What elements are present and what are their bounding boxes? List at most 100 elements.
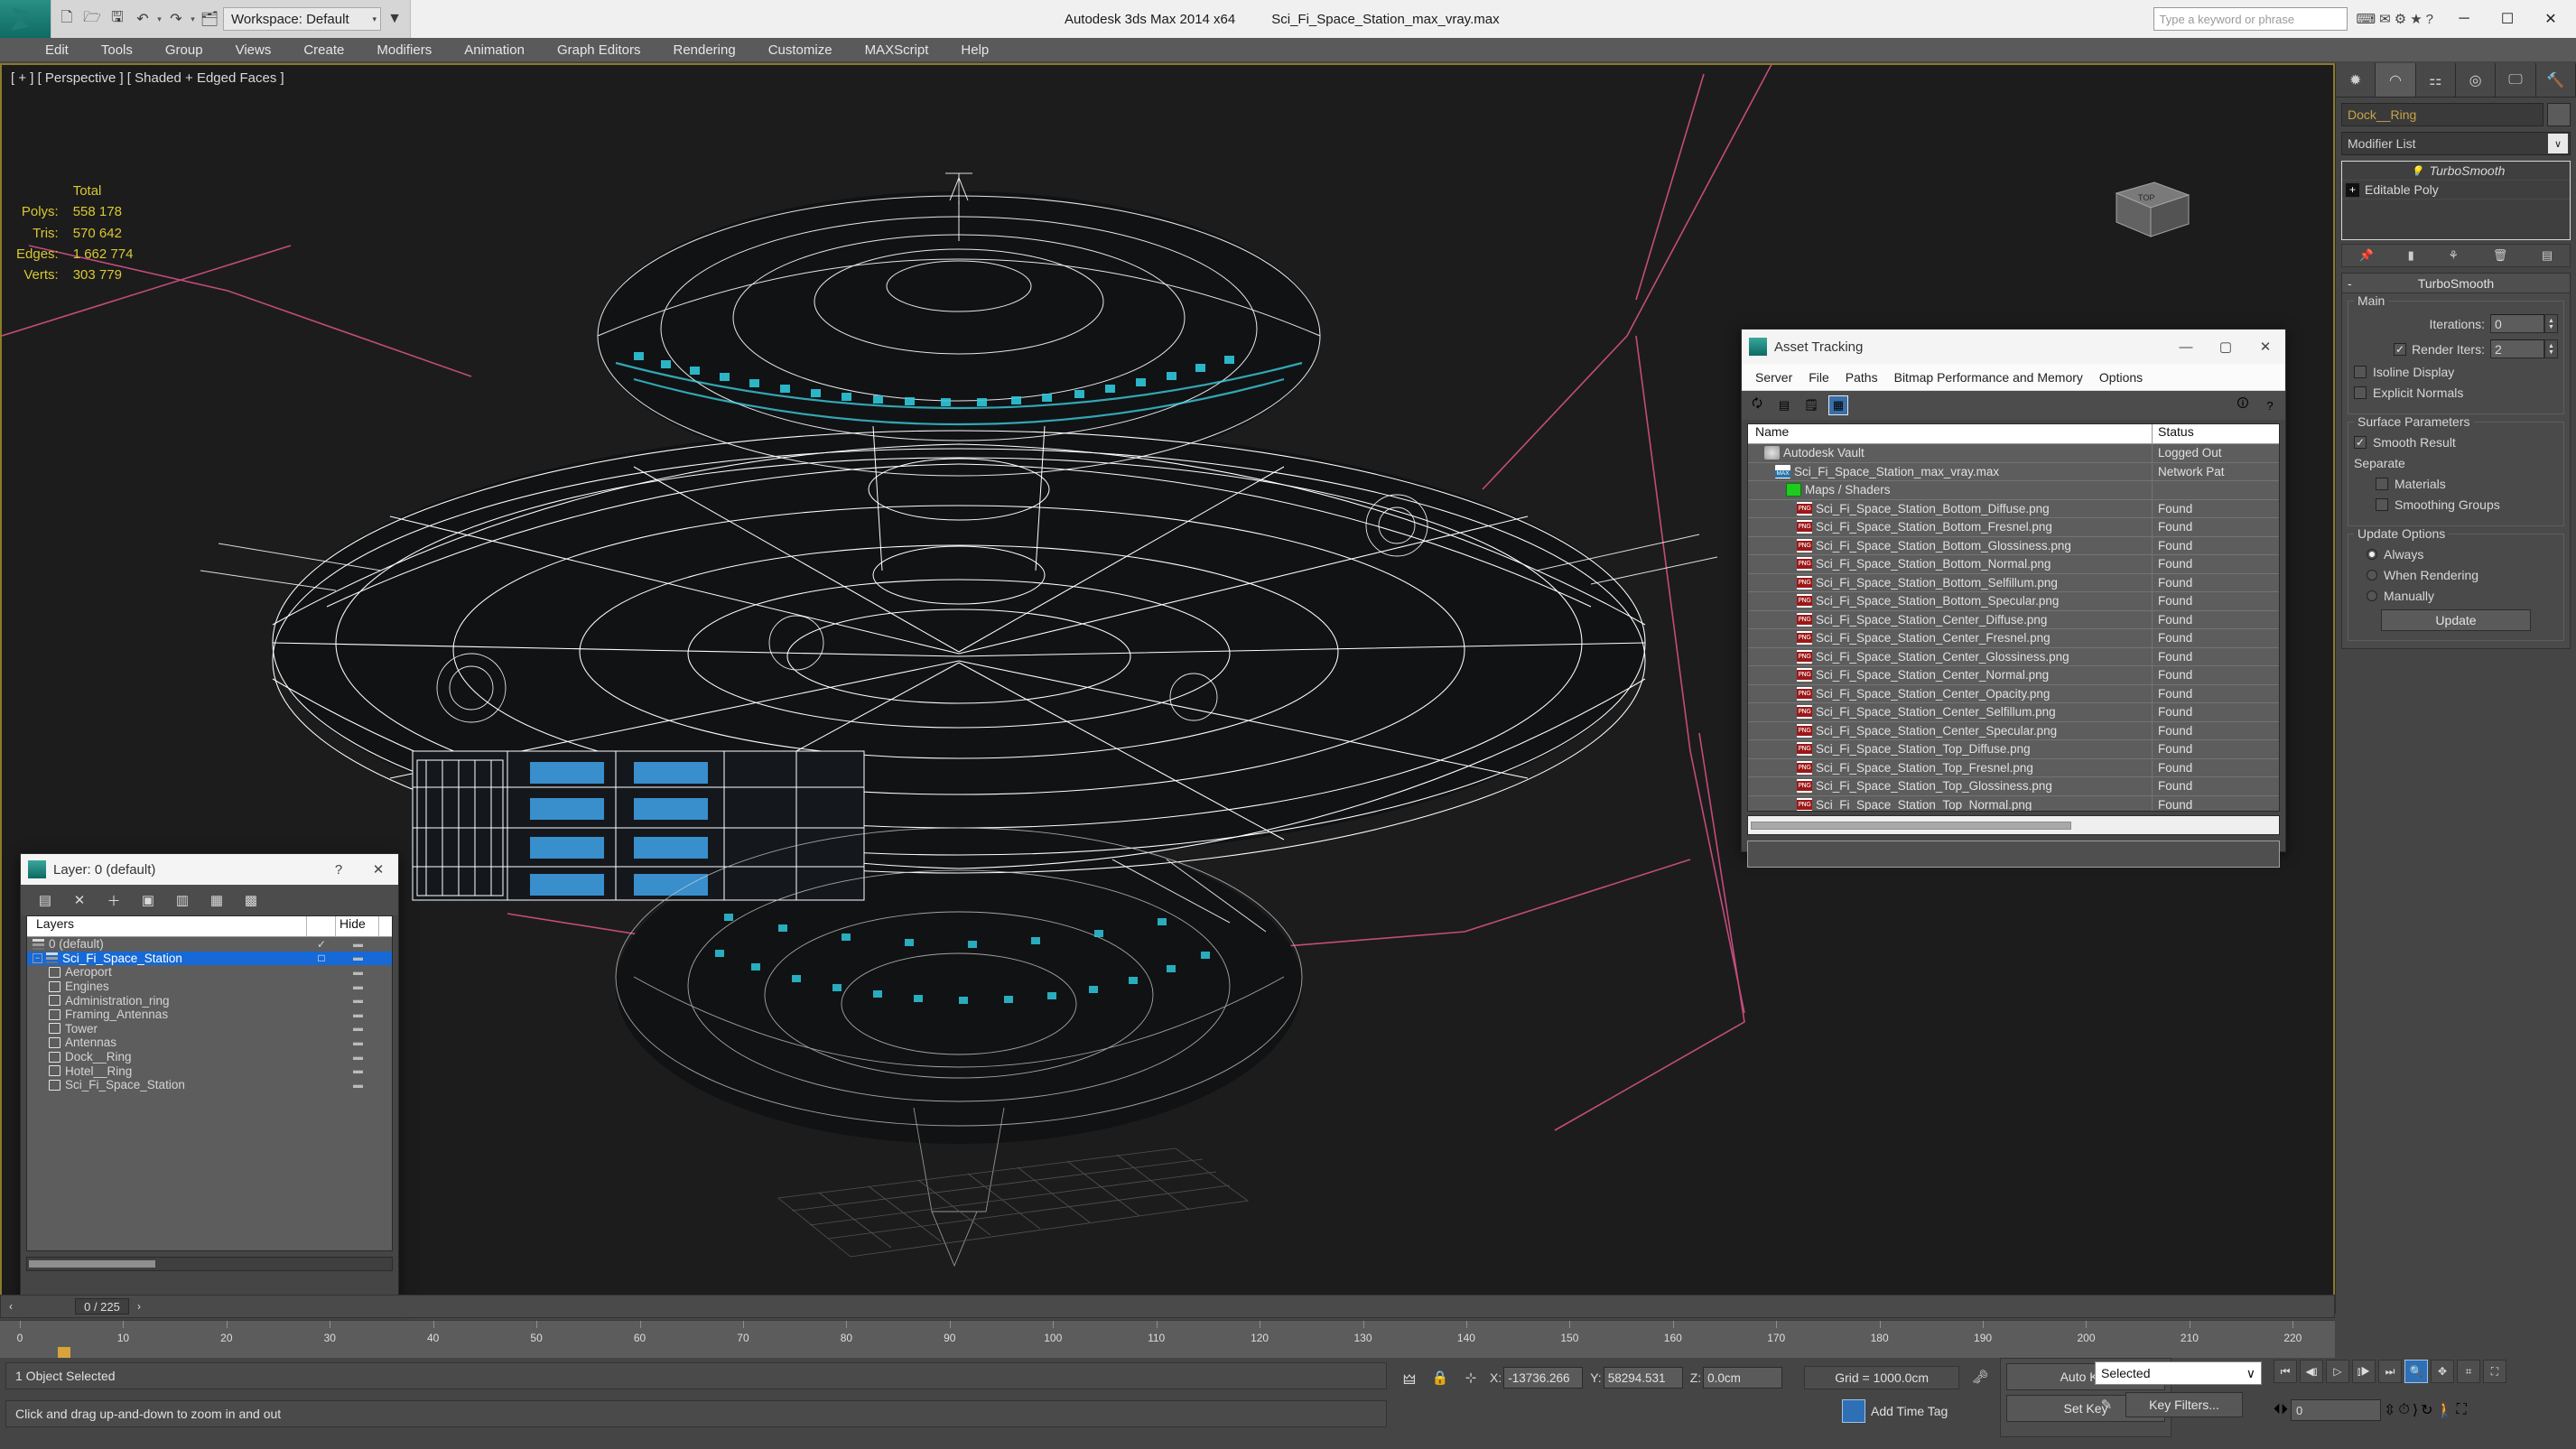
qat-overflow-icon[interactable]: ▼ <box>383 6 406 32</box>
asset-row[interactable]: Sci_Fi_Space_Station_Center_Fresnel.png F… <box>1748 629 2279 648</box>
modifier-stack[interactable]: 💡 TurboSmooth + Editable Poly <box>2341 161 2571 240</box>
collapse-icon[interactable]: - <box>2348 276 2352 291</box>
layer-row[interactable]: Hotel__Ring ▬ <box>27 1064 392 1078</box>
object-name-field[interactable]: Dock__Ring <box>2341 103 2543 126</box>
time-ruler[interactable]: 0 10 20 30 40 50 60 70 80 90 100 110 120 130 140 150 160… <box>0 1320 2335 1358</box>
update-button[interactable]: Update <box>2381 609 2531 631</box>
layer-hide-cell[interactable]: ▬ <box>336 995 379 1006</box>
pin-stack-icon[interactable]: 📌 <box>2359 248 2374 263</box>
layer-col-current[interactable] <box>307 916 336 936</box>
layer-properties-icon[interactable]: ▩ <box>241 890 261 910</box>
asset-menu-file[interactable]: File <box>1800 370 1837 385</box>
key-mode-toggle[interactable]: 🗝 <box>1968 1365 1992 1389</box>
zoom-extents-icon[interactable]: ⟩ <box>2413 1401 2418 1419</box>
layer-row[interactable]: 0 (default) ✓ ▬ <box>27 937 392 952</box>
key-mode-toggle-icon[interactable]: ⏴⏵ <box>2274 1402 2288 1418</box>
layer-grid[interactable]: Layers Hide 0 (default) ✓ ▬ − Sci_Fi_Space_S… <box>26 915 393 1251</box>
smooth-result-checkbox[interactable]: ✓ <box>2354 436 2367 449</box>
smoothing-groups-checkbox[interactable] <box>2376 498 2388 511</box>
go-to-start-icon[interactable]: ⏮ <box>2274 1360 2297 1383</box>
layer-hide-cell[interactable]: ▬ <box>336 1052 379 1063</box>
selection-set-dropdown[interactable]: Selected ∨ <box>2095 1361 2262 1385</box>
layer-col-layers[interactable]: Layers <box>27 916 307 936</box>
asset-row[interactable]: Sci_Fi_Space_Station_Center_Diffuse.png F… <box>1748 610 2279 629</box>
walkthrough-icon[interactable]: 🚶 <box>2436 1401 2454 1419</box>
render-iters-value[interactable]: 2 <box>2490 339 2544 358</box>
asset-maximize-button[interactable]: ▢ <box>2206 330 2246 364</box>
explicit-normals-checkbox[interactable] <box>2354 386 2367 399</box>
redo-icon[interactable]: ↷ <box>164 6 188 32</box>
asset-row[interactable]: Sci_Fi_Space_Station_Center_Selfillum.pn… <box>1748 703 2279 722</box>
tab-hierarchy[interactable]: ⚏ <box>2415 63 2456 97</box>
orbit-icon[interactable]: ↻ <box>2421 1401 2432 1419</box>
menu-item-create[interactable]: Create <box>303 42 344 58</box>
asset-row[interactable]: Sci_Fi_Space_Station_Bottom_Glossiness.p… <box>1748 536 2279 555</box>
add-layer-icon[interactable]: ＋ <box>104 890 124 910</box>
layer-help-button[interactable]: ? <box>319 852 358 887</box>
plus-icon[interactable]: + <box>2346 182 2359 197</box>
modifier-stack-item-turbosmooth[interactable]: 💡 TurboSmooth <box>2342 162 2570 181</box>
current-frame-field[interactable]: 0 <box>2291 1399 2382 1421</box>
keyboard-shortcut-icon[interactable]: ⌨ <box>2357 11 2376 27</box>
expand-collapse-icon[interactable]: − <box>33 952 42 963</box>
frame-spinner-icon[interactable]: ⇳ <box>2384 1401 2395 1419</box>
layer-row[interactable]: Dock__Ring ▬ <box>27 1050 392 1064</box>
next-frame-icon[interactable]: › <box>129 1300 149 1313</box>
menu-item-rendering[interactable]: Rendering <box>673 42 735 58</box>
layer-hide-cell[interactable]: ▬ <box>336 1080 379 1091</box>
configure-modifier-sets-icon[interactable]: ▤ <box>2542 248 2553 263</box>
time-tag-icon[interactable] <box>1842 1399 1865 1423</box>
update-option-manually[interactable]: Manually <box>2367 589 2558 603</box>
menu-item-views[interactable]: Views <box>236 42 272 58</box>
add-time-tag-group[interactable]: Add Time Tag <box>1842 1399 1948 1423</box>
asset-row[interactable]: Sci_Fi_Space_Station_Top_Diffuse.png Foun… <box>1748 740 2279 759</box>
asset-minimize-button[interactable]: — <box>2166 330 2206 364</box>
scrollbar-thumb[interactable] <box>29 1260 155 1268</box>
minimize-button[interactable]: ─ <box>2442 0 2486 38</box>
current-frame-display[interactable]: 0 / 225 <box>75 1298 129 1314</box>
asset-menu-server[interactable]: Server <box>1747 370 1800 385</box>
layer-horizontal-scrollbar[interactable] <box>26 1257 393 1271</box>
next-frame-icon[interactable]: ⫾▶ <box>2352 1360 2376 1383</box>
menu-item-tools[interactable]: Tools <box>101 42 133 58</box>
field-of-view-icon[interactable]: ⌗ <box>2457 1360 2480 1383</box>
materials-row[interactable]: Materials <box>2376 477 2558 491</box>
asset-row[interactable]: Sci_Fi_Space_Station_Top_Fresnel.png Foun… <box>1748 758 2279 777</box>
asset-tracking-grid[interactable]: Name Status Autodesk Vault Logged Out Sci_… <box>1747 423 2280 812</box>
layer-hide-cell[interactable]: ▬ <box>336 981 379 992</box>
menu-item-modifiers[interactable]: Modifiers <box>377 42 432 58</box>
menu-item-animation[interactable]: Animation <box>464 42 525 58</box>
layer-close-button[interactable]: ✕ <box>358 852 398 887</box>
layer-hide-cell[interactable]: ▬ <box>336 952 379 963</box>
key-filters-button[interactable]: Key Filters... <box>2125 1392 2243 1417</box>
layer-current-cell[interactable]: ✓ <box>307 938 336 951</box>
select-objects-icon[interactable]: ▣ <box>138 890 158 910</box>
always-radio[interactable] <box>2367 549 2377 560</box>
layer-row[interactable]: Sci_Fi_Space_Station ▬ <box>27 1078 392 1092</box>
previous-frame-icon[interactable]: ◀⫾ <box>2300 1360 2323 1383</box>
asset-row[interactable]: Sci_Fi_Space_Station_Center_Opacity.png F… <box>1748 684 2279 703</box>
maximize-viewport-icon[interactable]: ⛶ <box>2483 1360 2506 1383</box>
asset-row[interactable]: Sci_Fi_Space_Station_Bottom_Selfillum.pn… <box>1748 573 2279 592</box>
scrollbar-thumb[interactable] <box>1751 821 2072 830</box>
tab-motion[interactable]: ◎ <box>2455 63 2497 97</box>
update-option-when-rendering[interactable]: When Rendering <box>2367 568 2558 582</box>
asset-row[interactable]: Sci_Fi_Space_Station_Bottom_Specular.png… <box>1748 592 2279 611</box>
asset-col-name[interactable]: Name <box>1748 424 2153 443</box>
search-input[interactable]: Type a keyword or phrase <box>2153 7 2348 31</box>
menu-item-help[interactable]: Help <box>961 42 989 58</box>
communication-center-icon[interactable]: ✉ <box>2379 11 2391 27</box>
spinner-arrows-icon[interactable]: ▲ ▼ <box>2544 314 2558 333</box>
modifier-stack-item-editable-poly[interactable]: + Editable Poly <box>2342 181 2570 200</box>
coord-z-field[interactable]: 0.0cm <box>1703 1367 1783 1389</box>
selection-lock-icon[interactable]: 🔒 <box>1428 1366 1452 1389</box>
layer-window-titlebar[interactable]: Layer: 0 (default) ? ✕ <box>21 854 398 885</box>
undo-dropdown-icon[interactable]: ▾ <box>156 14 163 24</box>
isoline-display-row[interactable]: Isoline Display <box>2354 365 2558 379</box>
rollout-header[interactable]: - TurboSmooth <box>2342 274 2570 293</box>
lightbulb-icon[interactable]: 💡 <box>2411 164 2424 178</box>
spinner-arrows-icon[interactable]: ▲ ▼ <box>2544 339 2558 358</box>
list-view-icon[interactable]: ▤ <box>1774 395 1794 415</box>
asset-menu-bitmap-performance[interactable]: Bitmap Performance and Memory <box>1886 370 2091 385</box>
layer-col-hide[interactable]: Hide <box>336 916 379 936</box>
